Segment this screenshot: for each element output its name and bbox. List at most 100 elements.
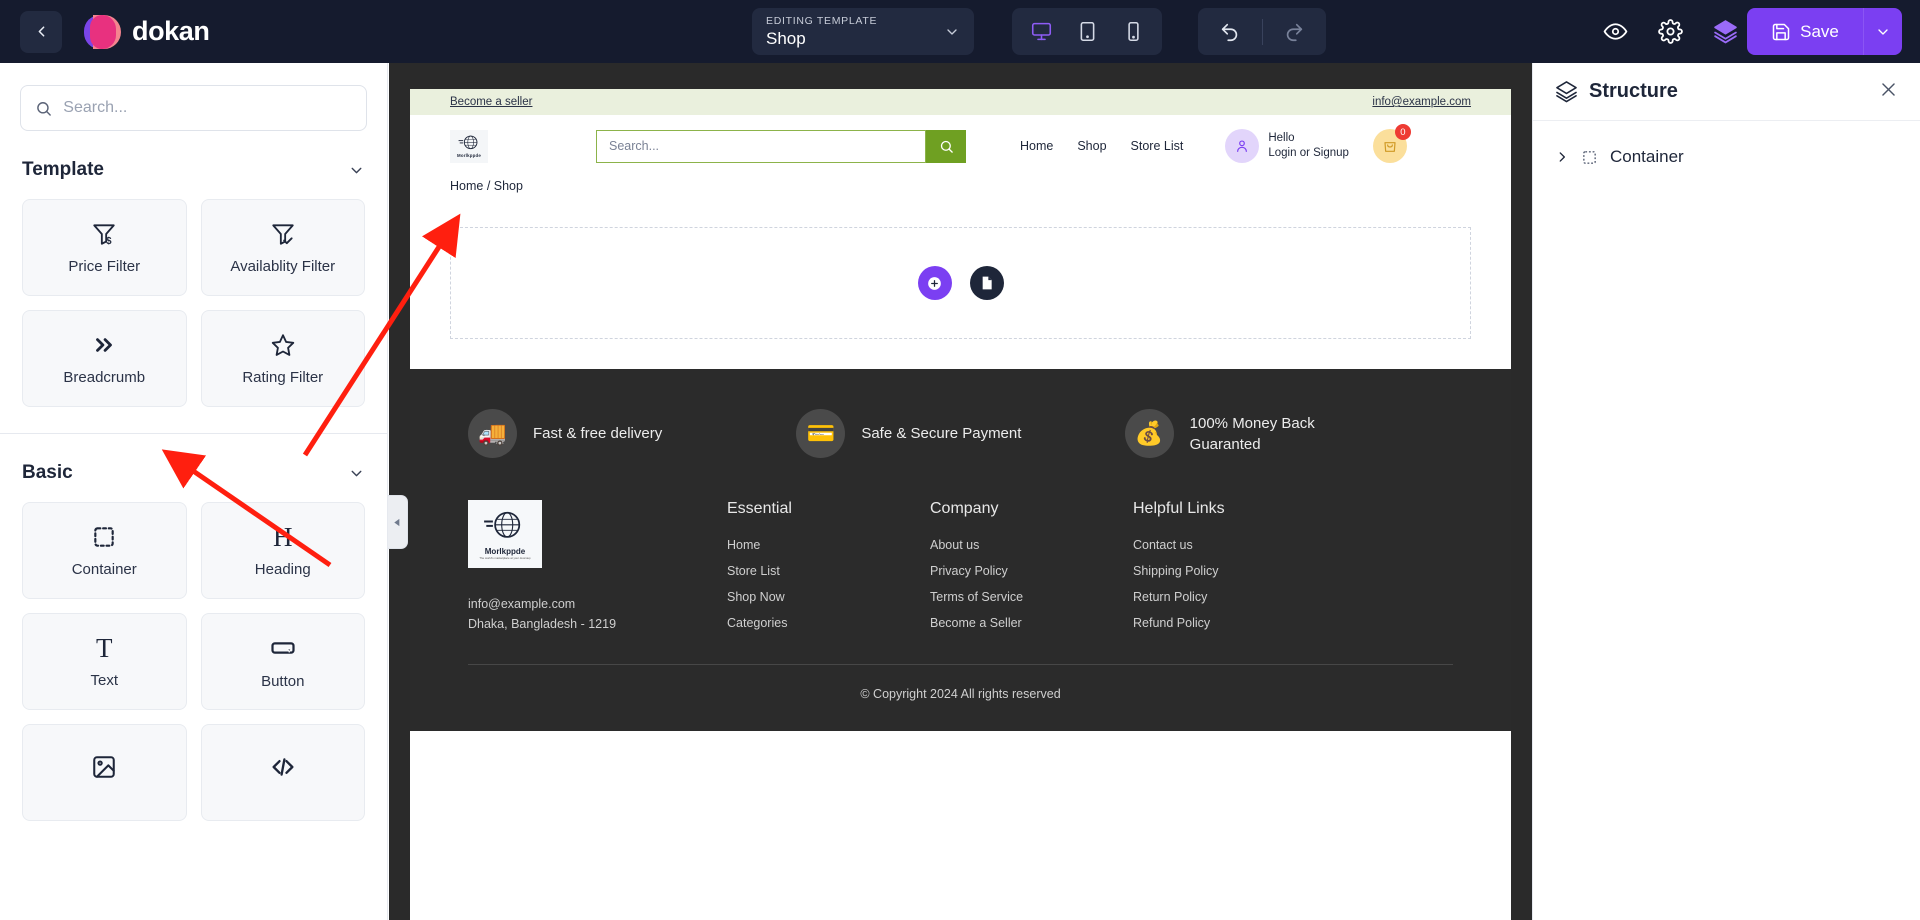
empty-dropzone[interactable] (450, 227, 1471, 339)
chevron-left-icon (38, 26, 44, 37)
bag-icon (1384, 142, 1396, 152)
gear-icon (1658, 19, 1683, 44)
chevron-down-icon (1878, 28, 1888, 35)
money-back-icon: 💰 (1124, 409, 1174, 458)
undo-button[interactable] (1198, 8, 1262, 55)
secure-card-icon: 💳 (796, 409, 846, 458)
feature-label: Safe & Secure Payment (861, 425, 1022, 442)
chevron-down-icon (351, 167, 362, 173)
footer-link[interactable]: About us (930, 538, 1133, 552)
layers-icon (1556, 81, 1577, 103)
search-icon (37, 101, 51, 116)
save-button-label: Save (1800, 21, 1839, 41)
dokan-logo: dokan (84, 14, 210, 50)
sidebar-collapse-handle[interactable] (388, 495, 408, 549)
device-desktop-button[interactable] (1022, 13, 1060, 51)
redo-icon (1287, 23, 1303, 41)
footer-link[interactable]: Return Policy (1133, 590, 1336, 604)
store-header: Morlkppde Search... Home Shop Store List (410, 115, 1511, 177)
become-a-seller-link[interactable]: Become a seller (450, 96, 532, 108)
store-account[interactable]: Hello Login or Signup (1225, 129, 1349, 163)
search-input[interactable] (63, 99, 352, 117)
store-cart[interactable]: 0 (1372, 124, 1411, 163)
widget-price-filter[interactable]: $ Price Filter (22, 199, 187, 296)
widget-search-box[interactable] (20, 85, 367, 131)
store-nav-store-list[interactable]: Store List (1131, 139, 1184, 153)
store-footer: 🚚 Fast & free delivery 💳 Safe & Secure P… (410, 369, 1511, 731)
triangle-left-icon (394, 518, 400, 526)
footer-link[interactable]: Shipping Policy (1133, 564, 1336, 578)
footer-link[interactable]: Refund Policy (1133, 616, 1336, 630)
save-button-group: Save (1747, 8, 1902, 55)
close-structure-panel-button[interactable] (1879, 80, 1898, 104)
save-dropdown-button[interactable] (1864, 8, 1902, 55)
store-nav-home[interactable]: Home (1020, 139, 1053, 153)
avatar (1225, 129, 1260, 163)
double-chevron-right-icon (96, 337, 113, 352)
feature-item: 🚚 Fast & free delivery (468, 409, 796, 458)
footer-column-essential: Essential Home Store List Shop Now Categ… (727, 500, 930, 642)
widget-rating-filter[interactable]: Rating Filter (200, 310, 365, 407)
device-mobile-button[interactable] (1114, 13, 1152, 51)
store-logo[interactable]: Morlkppde (450, 129, 488, 163)
preview-button[interactable] (1603, 19, 1628, 44)
template-selector[interactable]: EDITING TEMPLATE Shop (752, 8, 974, 55)
footer-link[interactable]: Contact us (1133, 538, 1336, 552)
device-tablet-button[interactable] (1068, 13, 1106, 51)
save-disk-icon (1772, 23, 1790, 40)
widget-label: Breadcrumb (63, 368, 146, 386)
widget-code[interactable] (200, 724, 365, 821)
footer-link[interactable]: Privacy Policy (930, 564, 1133, 578)
widget-button[interactable]: Button (200, 613, 365, 710)
settings-button[interactable] (1658, 19, 1683, 44)
svg-text:$: $ (106, 235, 112, 246)
footer-logo: Morlkppde The world's marketplace at you… (468, 500, 542, 568)
chevron-right-icon[interactable] (1555, 150, 1569, 164)
footer-address: Dhaka, Bangladesh - 1219 (468, 617, 617, 631)
widgets-sidebar: Template $ Price Filter Availablity Filt… (0, 63, 388, 920)
store-nav-shop[interactable]: Shop (1077, 139, 1106, 153)
star-icon (271, 333, 294, 356)
text-t-icon: T (96, 632, 113, 663)
footer-column-title: Essential (727, 500, 792, 517)
structure-panel-title: Structure (1589, 80, 1678, 102)
feature-item: 💰 100% Money Back Guaranted (1124, 409, 1453, 458)
add-element-button[interactable] (917, 266, 952, 300)
footer-link[interactable]: Store List (727, 564, 930, 578)
section-header-template[interactable]: Template (0, 157, 387, 183)
widget-container[interactable]: Container (22, 502, 187, 599)
store-email-link[interactable]: info@example.com (1372, 96, 1471, 108)
store-search-button[interactable] (926, 129, 966, 163)
footer-link[interactable]: Shop Now (727, 590, 930, 604)
footer-link[interactable]: Home (727, 538, 930, 552)
widget-heading[interactable]: H Heading (200, 502, 365, 599)
widget-text[interactable]: T Text (22, 613, 187, 710)
page-preview: Become a seller info@example.com Morlkpp… (410, 89, 1511, 920)
store-search-input[interactable]: Search... (596, 129, 926, 163)
footer-link[interactable]: Terms of Service (930, 590, 1133, 604)
footer-link[interactable]: Become a Seller (930, 616, 1133, 630)
globe-cart-logo-icon (458, 135, 477, 150)
footer-column-title: Company (930, 500, 999, 517)
section-title: Basic (22, 462, 73, 483)
back-button[interactable] (20, 10, 62, 53)
footer-column-title: Helpful Links (1133, 500, 1225, 517)
footer-columns: Morlkppde The world's marketplace at you… (410, 482, 1511, 642)
choose-template-button[interactable] (969, 266, 1004, 300)
canvas-viewport: Become a seller info@example.com Morlkpp… (389, 63, 1532, 920)
widget-availablity-filter[interactable]: Availablity Filter (200, 199, 365, 296)
widget-label: Button (261, 672, 305, 690)
section-header-basic[interactable]: Basic (0, 460, 387, 486)
footer-logo-text: Morlkppde (484, 546, 526, 556)
save-button[interactable]: Save (1747, 8, 1863, 55)
widget-breadcrumb[interactable]: Breadcrumb (22, 310, 187, 407)
topbar-right-icons (1603, 0, 1738, 63)
structure-toggle-button[interactable] (1713, 19, 1738, 44)
structure-tree-item-container[interactable]: Container (1533, 135, 1920, 179)
widget-image[interactable] (22, 724, 187, 821)
footer-link[interactable]: Categories (727, 616, 930, 630)
store-top-strip: Become a seller info@example.com (410, 89, 1511, 115)
dashed-square-icon (94, 526, 114, 547)
widget-label: Heading (254, 560, 311, 578)
redo-button[interactable] (1263, 8, 1327, 55)
